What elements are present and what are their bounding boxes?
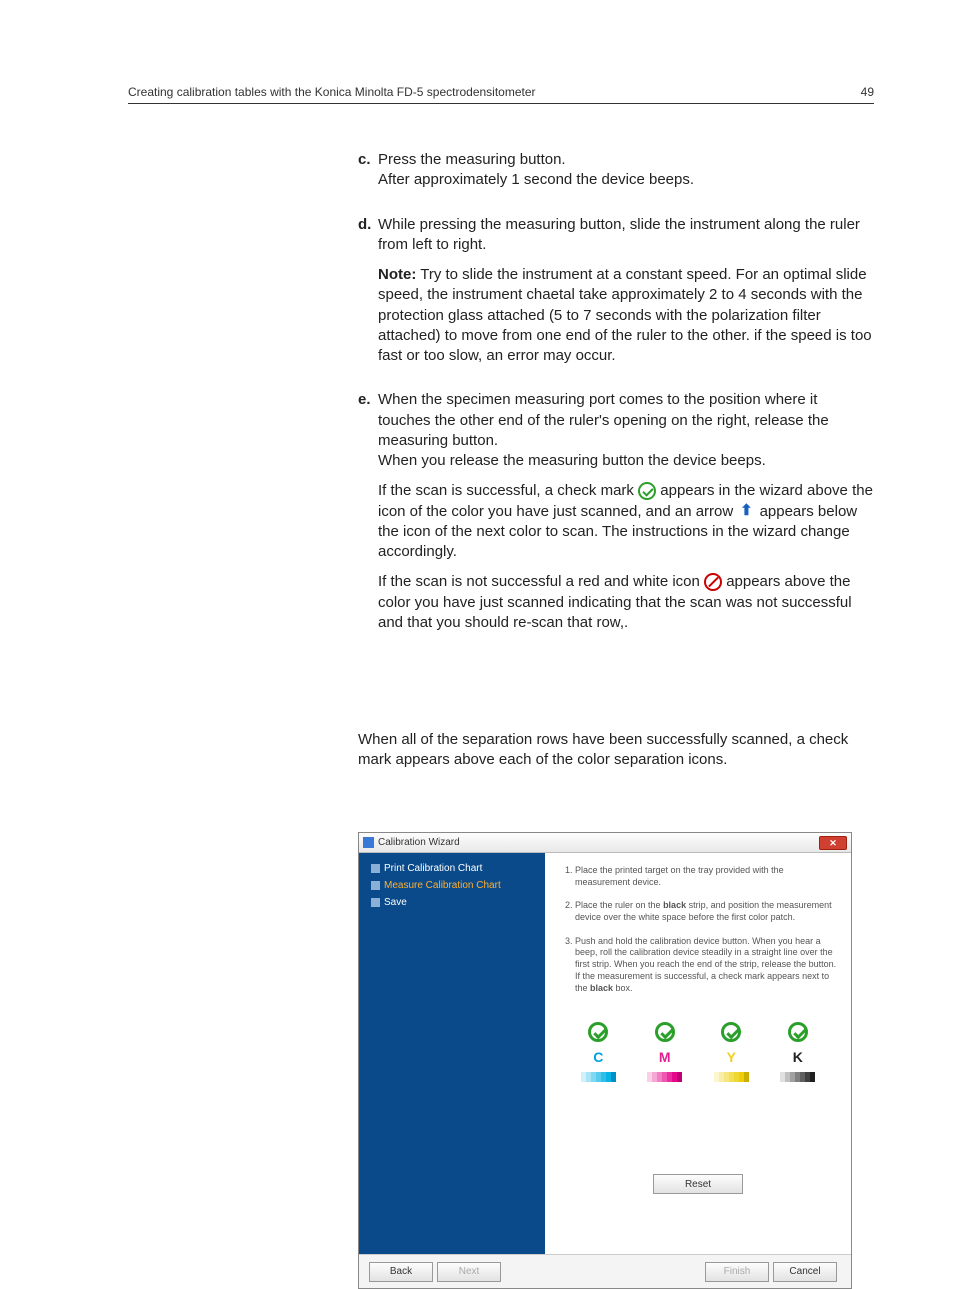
color-letter-K: K (793, 1048, 803, 1066)
step-e-success: If the scan is successful, a check mark … (378, 481, 874, 562)
color-letter-Y: Y (727, 1048, 736, 1066)
step-c: c. Press the measuring button. After app… (358, 150, 874, 201)
step-d-line1: While pressing the measuring button, sli… (378, 215, 874, 256)
step-e-line1: When the specimen measuring port comes t… (378, 391, 829, 449)
back-button[interactable]: Back (369, 1262, 433, 1282)
wizard-footer: Back Next Finish Cancel (359, 1254, 851, 1288)
checkmark-icon (655, 1022, 675, 1042)
color-cell-C: C (581, 1022, 616, 1082)
checkmark-icon (721, 1022, 741, 1042)
color-strip-C (581, 1072, 616, 1082)
i3bold: black (590, 983, 613, 993)
sidebar-label-measure: Measure Calibration Chart (384, 880, 501, 891)
note-body: Try to slide the instrument at a constan… (378, 266, 872, 364)
i3b: box. (613, 983, 633, 993)
step-c-line1: Press the measuring button. (378, 151, 566, 168)
sidebar-step-print[interactable]: Print Calibration Chart (371, 863, 533, 874)
note-label: Note: (378, 266, 416, 283)
wizard-main: Place the printed target on the tray pro… (545, 853, 851, 1254)
sidebar-step-measure[interactable]: Measure Calibration Chart (371, 880, 533, 891)
up-arrow-icon: ⬆ (737, 503, 755, 521)
fail-text-a: If the scan is not successful a red and … (378, 573, 704, 590)
wizard-sidebar: Print Calibration Chart Measure Calibrat… (359, 853, 545, 1254)
instruction-body: c. Press the measuring button. After app… (358, 150, 874, 657)
step-c-line2: After approximately 1 second the device … (378, 171, 694, 188)
step-box-icon (371, 881, 380, 890)
step-d-note: Note: Try to slide the instrument at a c… (378, 265, 874, 366)
sidebar-label-save: Save (384, 897, 407, 908)
finish-button[interactable]: Finish (705, 1262, 769, 1282)
step-e-fail: If the scan is not successful a red and … (378, 572, 874, 633)
sidebar-step-save[interactable]: Save (371, 897, 533, 908)
wizard-instruction-3: Push and hold the calibration device but… (575, 936, 837, 994)
page-number: 49 (861, 85, 874, 99)
checkmark-icon (638, 482, 656, 500)
calibration-wizard-dialog: Calibration Wizard ✕ Print Calibration C… (358, 832, 852, 1289)
color-cell-K: K (780, 1022, 815, 1082)
next-button[interactable]: Next (437, 1262, 501, 1282)
sidebar-label-print: Print Calibration Chart (384, 863, 482, 874)
color-strip-M (647, 1072, 682, 1082)
header-title: Creating calibration tables with the Kon… (128, 85, 536, 99)
prohibit-icon (704, 573, 722, 591)
color-cell-Y: Y (714, 1022, 749, 1082)
wizard-instructions: Place the printed target on the tray pro… (559, 865, 837, 994)
color-letter-C: C (593, 1048, 603, 1066)
checkmark-icon (788, 1022, 808, 1042)
reset-button[interactable]: Reset (653, 1174, 743, 1194)
page-header: Creating calibration tables with the Kon… (128, 85, 874, 104)
color-strip-Y (714, 1072, 749, 1082)
color-strip-K (780, 1072, 815, 1082)
wizard-title: Calibration Wizard (378, 837, 819, 848)
step-marker-e: e. (358, 390, 378, 643)
checkmark-icon (588, 1022, 608, 1042)
i2a: Place the ruler on the (575, 900, 663, 910)
i2bold: black (663, 900, 686, 910)
color-letter-M: M (659, 1048, 671, 1066)
close-button[interactable]: ✕ (819, 836, 847, 850)
wizard-instruction-1: Place the printed target on the tray pro… (575, 865, 837, 888)
summary-paragraph: When all of the separation rows have bee… (358, 730, 874, 771)
cancel-button[interactable]: Cancel (773, 1262, 837, 1282)
step-marker-c: c. (358, 150, 378, 201)
color-status-row: CMYK (559, 1022, 837, 1082)
step-box-icon (371, 864, 380, 873)
color-cell-M: M (647, 1022, 682, 1082)
step-box-icon (371, 898, 380, 907)
step-d: d. While pressing the measuring button, … (358, 215, 874, 377)
step-e: e. When the specimen measuring port come… (358, 390, 874, 643)
success-text-a: If the scan is successful, a check mark (378, 482, 638, 499)
step-e-line2: When you release the measuring button th… (378, 452, 766, 469)
step-marker-d: d. (358, 215, 378, 377)
wizard-instruction-2: Place the ruler on the black strip, and … (575, 900, 837, 923)
wizard-app-icon (363, 837, 374, 848)
wizard-titlebar: Calibration Wizard ✕ (359, 833, 851, 853)
